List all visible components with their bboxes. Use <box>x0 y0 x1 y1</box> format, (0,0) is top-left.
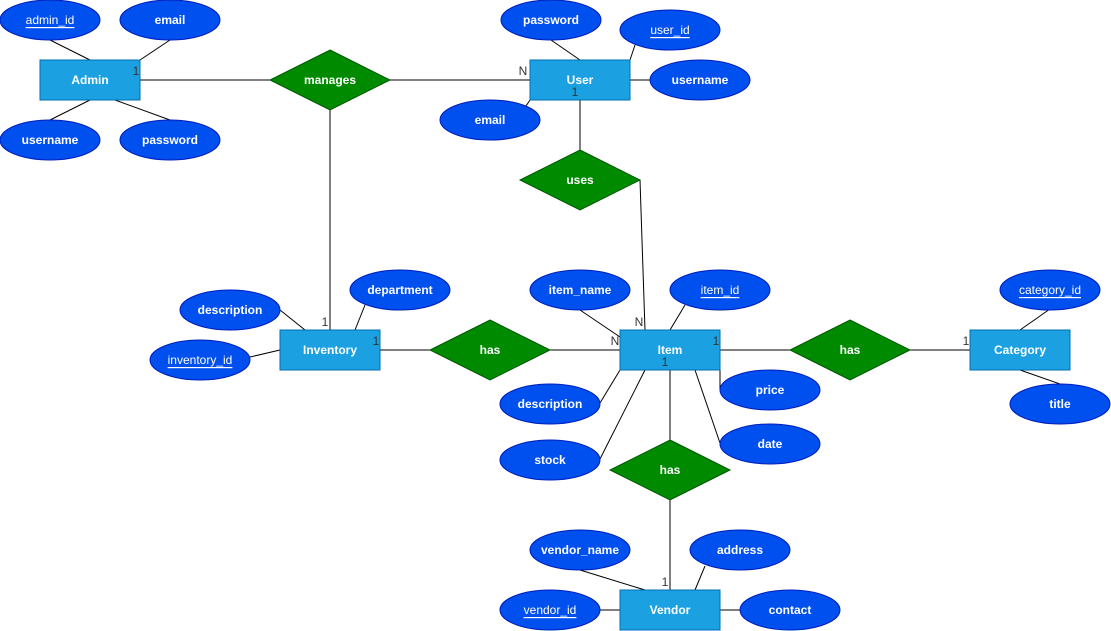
attribute-user-username[interactable]: username <box>649 59 751 101</box>
cardinality-user-manages: N <box>519 64 528 78</box>
attribute-inventory-department[interactable]: department <box>349 269 451 311</box>
attribute-label: address <box>717 543 763 557</box>
attribute-item-date[interactable]: date <box>719 423 821 465</box>
entity-item[interactable]: Item <box>619 329 721 371</box>
cardinality-category-has: 1 <box>963 334 970 348</box>
cardinality-vendor-has: 1 <box>662 575 669 589</box>
attribute-admin-id[interactable]: admin_id <box>0 0 101 41</box>
cardinality-admin-manages: 1 <box>133 64 140 78</box>
attribute-label: department <box>367 283 432 297</box>
relationship-item-vendor-has[interactable]: has <box>608 439 732 501</box>
edge-vendor-vendor_name <box>579 569 646 591</box>
attribute-label: description <box>198 303 263 317</box>
attribute-item-price[interactable]: price <box>719 369 821 411</box>
edge-admin-email <box>139 39 171 61</box>
attribute-admin-email[interactable]: email <box>119 0 221 41</box>
edge-item-item_name <box>579 309 621 338</box>
attribute-category-title[interactable]: title <box>1009 383 1111 425</box>
attribute-user-id[interactable]: user_id <box>619 9 721 51</box>
relationship-label: has <box>660 463 681 477</box>
attribute-vendor-name[interactable]: vendor_name <box>529 529 631 571</box>
attribute-label: inventory_id <box>168 353 233 367</box>
attribute-item-name[interactable]: item_name <box>529 269 631 311</box>
relationship-item-category-has[interactable]: has <box>788 319 912 381</box>
attribute-admin-password[interactable]: password <box>119 119 221 161</box>
edge-inventory-department <box>354 304 366 331</box>
edge-admin-admin_id <box>49 39 91 61</box>
attribute-label: user_id <box>650 23 689 37</box>
attribute-label: date <box>758 437 783 451</box>
er-diagram: Admin User Inventory Item Category Vendo… <box>0 0 1111 631</box>
attribute-user-email[interactable]: email <box>439 99 541 141</box>
entity-label: Inventory <box>303 343 357 357</box>
edge-category-title <box>1019 369 1061 385</box>
attribute-admin-username[interactable]: username <box>0 119 101 161</box>
edge-item-item_id <box>669 304 686 331</box>
relationship-label: uses <box>566 173 594 187</box>
entity-inventory[interactable]: Inventory <box>279 329 381 371</box>
attribute-label: item_id <box>701 283 740 297</box>
entity-label: Admin <box>71 73 108 87</box>
attribute-user-password[interactable]: password <box>500 0 602 41</box>
edge-item-date <box>694 369 721 444</box>
attribute-vendor-address[interactable]: address <box>689 529 791 571</box>
attribute-inventory-id[interactable]: inventory_id <box>149 339 251 381</box>
relationship-inventory-item-has[interactable]: has <box>428 319 552 381</box>
attribute-item-description[interactable]: description <box>499 383 601 425</box>
attribute-label: contact <box>769 603 812 617</box>
edge-user-password <box>550 39 581 61</box>
cardinality-inventory-has: 1 <box>373 334 380 348</box>
edge-inventory-inventory_id <box>249 349 281 358</box>
relationship-label: has <box>840 343 861 357</box>
entity-label: Vendor <box>650 603 691 617</box>
relationship-label: has <box>480 343 501 357</box>
attribute-label: email <box>155 13 186 27</box>
attribute-label: email <box>475 113 506 127</box>
edge-user-user_id <box>629 44 636 61</box>
attribute-label: username <box>22 133 79 147</box>
edge-item-description <box>599 369 621 404</box>
attribute-label: password <box>142 133 198 147</box>
entity-user[interactable]: User <box>529 59 631 101</box>
edge-uses-item <box>639 179 646 331</box>
cardinality-item-category-has: 1 <box>713 334 720 348</box>
attribute-label: vendor_id <box>524 603 577 617</box>
attribute-item-id[interactable]: item_id <box>669 269 771 311</box>
edge-inventory-description <box>279 309 306 331</box>
attribute-label: username <box>672 73 729 87</box>
cardinality-item-vendor-has: 1 <box>662 355 669 369</box>
cardinality-user-uses: 1 <box>572 85 579 99</box>
entity-admin[interactable]: Admin <box>39 59 141 101</box>
attribute-label: admin_id <box>26 13 75 27</box>
relationship-label: manages <box>304 73 356 87</box>
edge-user-email <box>525 99 531 107</box>
attribute-category-id[interactable]: category_id <box>999 269 1101 311</box>
cardinality-item-uses: N <box>635 315 644 329</box>
attribute-inventory-description[interactable]: description <box>179 289 281 331</box>
entity-label: Category <box>994 343 1046 357</box>
cardinality-inventory-manages: 1 <box>322 315 329 329</box>
attribute-label: title <box>1049 397 1071 411</box>
edge-item-stock <box>599 369 646 460</box>
attribute-vendor-id[interactable]: vendor_id <box>499 589 601 631</box>
attribute-vendor-contact[interactable]: contact <box>739 589 841 631</box>
relationship-manages[interactable]: manages <box>268 49 392 111</box>
cardinality-item-inventory-has: N <box>611 334 620 348</box>
edge-admin-username <box>49 99 91 121</box>
attribute-label: item_name <box>549 283 612 297</box>
attribute-item-stock[interactable]: stock <box>499 439 601 481</box>
attribute-label: price <box>756 383 785 397</box>
attribute-label: vendor_name <box>541 543 619 557</box>
attribute-label: stock <box>534 453 566 467</box>
attribute-label: description <box>518 397 583 411</box>
edge-vendor-address <box>694 565 706 591</box>
relationship-uses[interactable]: uses <box>518 149 642 211</box>
edge-category-category_id <box>1019 308 1051 331</box>
entity-category[interactable]: Category <box>969 329 1071 371</box>
entity-vendor[interactable]: Vendor <box>619 589 721 631</box>
edge-admin-password <box>114 99 171 121</box>
attribute-label: category_id <box>1019 283 1081 297</box>
attribute-label: password <box>523 13 579 27</box>
